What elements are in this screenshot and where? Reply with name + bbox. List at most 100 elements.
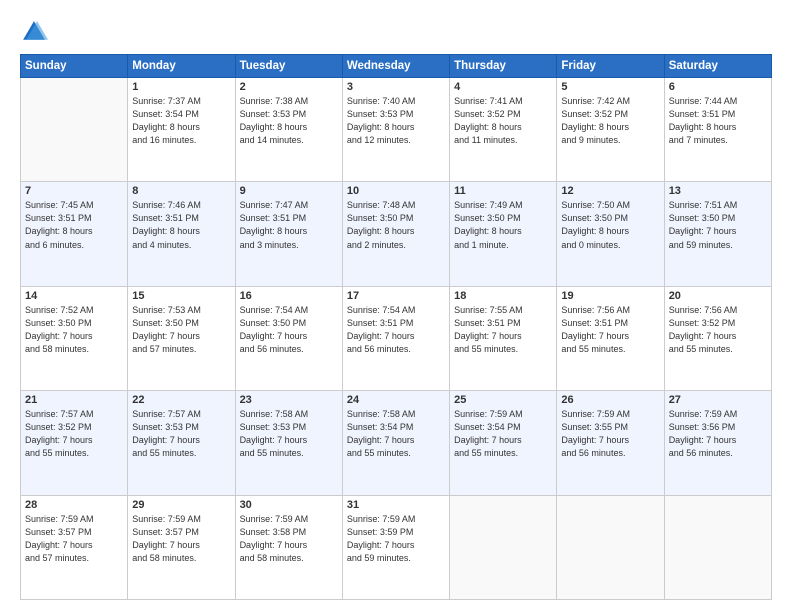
logo xyxy=(20,18,52,46)
day-number: 29 xyxy=(132,499,230,511)
day-number: 20 xyxy=(669,290,767,302)
calendar-cell: 2 Sunrise: 7:38 AM Sunset: 3:53 PM Daylig… xyxy=(235,78,342,182)
col-header-friday: Friday xyxy=(557,55,664,78)
calendar-cell: 7 Sunrise: 7:45 AM Sunset: 3:51 PM Daylig… xyxy=(21,182,128,286)
col-header-tuesday: Tuesday xyxy=(235,55,342,78)
calendar-cell: 18 Sunrise: 7:55 AM Sunset: 3:51 PM Dayli… xyxy=(450,286,557,390)
day-info: Sunrise: 7:59 AM Sunset: 3:56 PM Dayligh… xyxy=(669,408,767,460)
day-info: Sunrise: 7:58 AM Sunset: 3:53 PM Dayligh… xyxy=(240,408,338,460)
week-row-0: 1Sunrise: 7:37 AM Sunset: 3:54 PM Daylig… xyxy=(21,78,772,182)
calendar-cell: 21 Sunrise: 7:57 AM Sunset: 3:52 PM Dayli… xyxy=(21,391,128,495)
day-number: 5 xyxy=(561,81,659,93)
day-info: Sunrise: 7:48 AM Sunset: 3:50 PM Dayligh… xyxy=(347,199,445,251)
calendar-cell: 11 Sunrise: 7:49 AM Sunset: 3:50 PM Dayli… xyxy=(450,182,557,286)
calendar-cell: 22 Sunrise: 7:57 AM Sunset: 3:53 PM Dayli… xyxy=(128,391,235,495)
day-number: 19 xyxy=(561,290,659,302)
day-info: Sunrise: 7:52 AM Sunset: 3:50 PM Dayligh… xyxy=(25,304,123,356)
day-info: Sunrise: 7:40 AM Sunset: 3:53 PM Dayligh… xyxy=(347,95,445,147)
day-info: Sunrise: 7:50 AM Sunset: 3:50 PM Dayligh… xyxy=(561,199,659,251)
col-header-wednesday: Wednesday xyxy=(342,55,449,78)
day-number: 13 xyxy=(669,185,767,197)
day-info: Sunrise: 7:59 AM Sunset: 3:54 PM Dayligh… xyxy=(454,408,552,460)
day-number: 18 xyxy=(454,290,552,302)
week-row-4: 28 Sunrise: 7:59 AM Sunset: 3:57 PM Dayli… xyxy=(21,495,772,599)
day-info: Sunrise: 7:57 AM Sunset: 3:53 PM Dayligh… xyxy=(132,408,230,460)
day-number: 12 xyxy=(561,185,659,197)
day-number: 9 xyxy=(240,185,338,197)
header xyxy=(20,18,772,46)
day-info: Sunrise: 7:49 AM Sunset: 3:50 PM Dayligh… xyxy=(454,199,552,251)
day-info: Sunrise: 7:54 AM Sunset: 3:51 PM Dayligh… xyxy=(347,304,445,356)
col-header-saturday: Saturday xyxy=(664,55,771,78)
calendar-cell: 29Sunrise: 7:59 AM Sunset: 3:57 PM Dayli… xyxy=(128,495,235,599)
day-number: 4 xyxy=(454,81,552,93)
day-number: 28 xyxy=(25,499,123,511)
day-info: Sunrise: 7:59 AM Sunset: 3:59 PM Dayligh… xyxy=(347,513,445,565)
calendar-cell xyxy=(450,495,557,599)
day-info: Sunrise: 7:38 AM Sunset: 3:53 PM Dayligh… xyxy=(240,95,338,147)
calendar-cell xyxy=(664,495,771,599)
day-number: 31 xyxy=(347,499,445,511)
day-info: Sunrise: 7:51 AM Sunset: 3:50 PM Dayligh… xyxy=(669,199,767,251)
calendar-cell: 6Sunrise: 7:44 AM Sunset: 3:51 PM Daylig… xyxy=(664,78,771,182)
day-number: 2 xyxy=(240,81,338,93)
day-info: Sunrise: 7:58 AM Sunset: 3:54 PM Dayligh… xyxy=(347,408,445,460)
col-header-sunday: Sunday xyxy=(21,55,128,78)
day-info: Sunrise: 7:59 AM Sunset: 3:57 PM Dayligh… xyxy=(25,513,123,565)
day-number: 8 xyxy=(132,185,230,197)
day-number: 3 xyxy=(347,81,445,93)
day-number: 14 xyxy=(25,290,123,302)
week-row-2: 14 Sunrise: 7:52 AM Sunset: 3:50 PM Dayli… xyxy=(21,286,772,390)
day-info: Sunrise: 7:42 AM Sunset: 3:52 PM Dayligh… xyxy=(561,95,659,147)
day-number: 11 xyxy=(454,185,552,197)
calendar-cell: 20 Sunrise: 7:56 AM Sunset: 3:52 PM Dayli… xyxy=(664,286,771,390)
calendar-cell: 17 Sunrise: 7:54 AM Sunset: 3:51 PM Dayli… xyxy=(342,286,449,390)
calendar-cell: 5 Sunrise: 7:42 AM Sunset: 3:52 PM Daylig… xyxy=(557,78,664,182)
day-number: 10 xyxy=(347,185,445,197)
day-info: Sunrise: 7:47 AM Sunset: 3:51 PM Dayligh… xyxy=(240,199,338,251)
day-number: 17 xyxy=(347,290,445,302)
page: SundayMondayTuesdayWednesdayThursdayFrid… xyxy=(0,0,792,612)
calendar-cell: 28 Sunrise: 7:59 AM Sunset: 3:57 PM Dayli… xyxy=(21,495,128,599)
calendar-cell: 10 Sunrise: 7:48 AM Sunset: 3:50 PM Dayli… xyxy=(342,182,449,286)
day-number: 30 xyxy=(240,499,338,511)
day-info: Sunrise: 7:56 AM Sunset: 3:51 PM Dayligh… xyxy=(561,304,659,356)
day-info: Sunrise: 7:59 AM Sunset: 3:55 PM Dayligh… xyxy=(561,408,659,460)
calendar-table: SundayMondayTuesdayWednesdayThursdayFrid… xyxy=(20,54,772,600)
day-number: 21 xyxy=(25,394,123,406)
week-row-3: 21 Sunrise: 7:57 AM Sunset: 3:52 PM Dayli… xyxy=(21,391,772,495)
calendar-cell: 1Sunrise: 7:37 AM Sunset: 3:54 PM Daylig… xyxy=(128,78,235,182)
day-info: Sunrise: 7:56 AM Sunset: 3:52 PM Dayligh… xyxy=(669,304,767,356)
col-header-monday: Monday xyxy=(128,55,235,78)
calendar-cell: 27Sunrise: 7:59 AM Sunset: 3:56 PM Dayli… xyxy=(664,391,771,495)
calendar-cell: 24 Sunrise: 7:58 AM Sunset: 3:54 PM Dayli… xyxy=(342,391,449,495)
calendar-cell xyxy=(557,495,664,599)
calendar-cell: 30 Sunrise: 7:59 AM Sunset: 3:58 PM Dayli… xyxy=(235,495,342,599)
calendar-cell xyxy=(21,78,128,182)
day-number: 7 xyxy=(25,185,123,197)
calendar-cell: 9 Sunrise: 7:47 AM Sunset: 3:51 PM Daylig… xyxy=(235,182,342,286)
day-number: 25 xyxy=(454,394,552,406)
day-info: Sunrise: 7:57 AM Sunset: 3:52 PM Dayligh… xyxy=(25,408,123,460)
calendar-cell: 13 Sunrise: 7:51 AM Sunset: 3:50 PM Dayli… xyxy=(664,182,771,286)
day-info: Sunrise: 7:45 AM Sunset: 3:51 PM Dayligh… xyxy=(25,199,123,251)
day-number: 23 xyxy=(240,394,338,406)
calendar-cell: 14 Sunrise: 7:52 AM Sunset: 3:50 PM Dayli… xyxy=(21,286,128,390)
day-info: Sunrise: 7:53 AM Sunset: 3:50 PM Dayligh… xyxy=(132,304,230,356)
calendar-cell: 25 Sunrise: 7:59 AM Sunset: 3:54 PM Dayli… xyxy=(450,391,557,495)
day-number: 22 xyxy=(132,394,230,406)
day-number: 24 xyxy=(347,394,445,406)
calendar-cell: 31 Sunrise: 7:59 AM Sunset: 3:59 PM Dayli… xyxy=(342,495,449,599)
day-info: Sunrise: 7:59 AM Sunset: 3:58 PM Dayligh… xyxy=(240,513,338,565)
day-info: Sunrise: 7:54 AM Sunset: 3:50 PM Dayligh… xyxy=(240,304,338,356)
calendar-cell: 23 Sunrise: 7:58 AM Sunset: 3:53 PM Dayli… xyxy=(235,391,342,495)
calendar-header-row: SundayMondayTuesdayWednesdayThursdayFrid… xyxy=(21,55,772,78)
col-header-thursday: Thursday xyxy=(450,55,557,78)
day-info: Sunrise: 7:55 AM Sunset: 3:51 PM Dayligh… xyxy=(454,304,552,356)
day-number: 15 xyxy=(132,290,230,302)
week-row-1: 7 Sunrise: 7:45 AM Sunset: 3:51 PM Daylig… xyxy=(21,182,772,286)
day-info: Sunrise: 7:37 AM Sunset: 3:54 PM Dayligh… xyxy=(132,95,230,147)
calendar-cell: 15 Sunrise: 7:53 AM Sunset: 3:50 PM Dayli… xyxy=(128,286,235,390)
calendar-cell: 26 Sunrise: 7:59 AM Sunset: 3:55 PM Dayli… xyxy=(557,391,664,495)
day-number: 26 xyxy=(561,394,659,406)
